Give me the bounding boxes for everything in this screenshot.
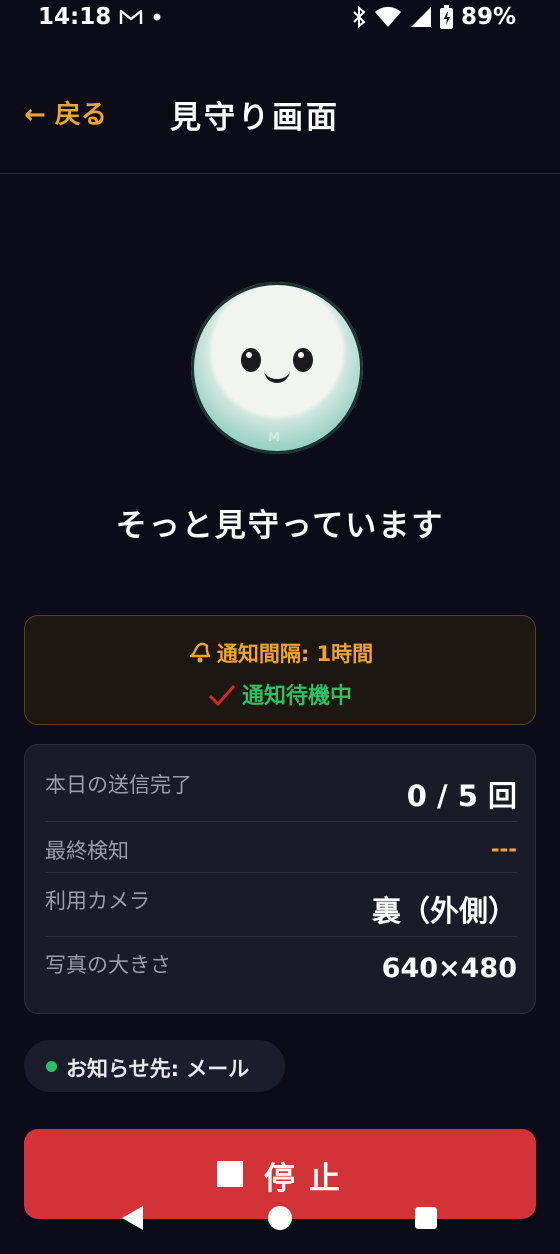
status-bar: 14:18 89% <box>0 0 560 38</box>
home-circle-icon[interactable] <box>268 1206 292 1230</box>
page-title: 見守り画面 <box>170 100 340 136</box>
status-dot-icon <box>46 1061 57 1072</box>
checkmark-icon <box>208 684 236 706</box>
notify-waiting-row: 通知待機中 <box>25 678 535 710</box>
notification-destination-badge: お知らせ先: メール <box>24 1040 285 1092</box>
back-button[interactable]: ← 戻る <box>24 94 107 131</box>
info-value: --- <box>490 837 517 861</box>
stop-button-label: 停止 <box>264 1161 354 1197</box>
info-divider <box>45 872 517 873</box>
status-left: 14:18 <box>38 4 163 30</box>
info-label: 利用カメラ <box>45 889 150 913</box>
signal-icon <box>410 6 432 28</box>
info-value: 640×480 <box>381 953 517 984</box>
status-right: 89% <box>352 4 516 30</box>
stop-square-icon <box>217 1161 243 1187</box>
mascot-avatar: M <box>191 282 363 454</box>
mascot-left-eye <box>241 348 261 372</box>
battery-charging-icon <box>439 5 453 29</box>
notify-waiting-text: 通知待機中 <box>241 684 352 709</box>
mascot-right-eye <box>293 348 313 372</box>
watching-status-text: そっと見守っています <box>115 508 445 544</box>
gmail-icon <box>119 8 143 26</box>
info-card: 本日の送信完了 0 / 5 回 最終検知 --- 利用カメラ 裏（外側） 写真の… <box>24 744 536 1014</box>
recents-square-icon[interactable] <box>415 1207 437 1229</box>
mascot-mouth <box>264 366 290 383</box>
dot-icon <box>151 11 163 23</box>
back-triangle-icon[interactable] <box>122 1206 143 1230</box>
mascot-badge: M <box>268 430 280 444</box>
info-divider <box>45 936 517 937</box>
system-navigation-bar <box>0 1194 560 1254</box>
notification-card: 通知間隔: 1時間 通知待機中 <box>24 615 536 725</box>
bell-icon <box>187 640 213 664</box>
info-value: 裏（外側） <box>371 894 517 928</box>
info-divider <box>45 821 517 822</box>
bluetooth-icon <box>352 6 366 28</box>
header-divider <box>0 173 560 174</box>
info-value: 0 / 5 回 <box>406 779 517 813</box>
info-label: 本日の送信完了 <box>45 773 192 797</box>
notify-interval-row: 通知間隔: 1時間 <box>25 638 535 668</box>
info-label: 写真の大きさ <box>45 953 171 977</box>
status-time: 14:18 <box>38 4 112 30</box>
notify-interval-text: 通知間隔: 1時間 <box>216 642 374 666</box>
wifi-icon <box>374 6 402 28</box>
destination-label: お知らせ先: メール <box>66 1057 250 1081</box>
battery-percent: 89% <box>460 4 516 30</box>
app-header: ← 戻る 見守り画面 <box>0 78 560 152</box>
info-label: 最終検知 <box>45 839 129 863</box>
